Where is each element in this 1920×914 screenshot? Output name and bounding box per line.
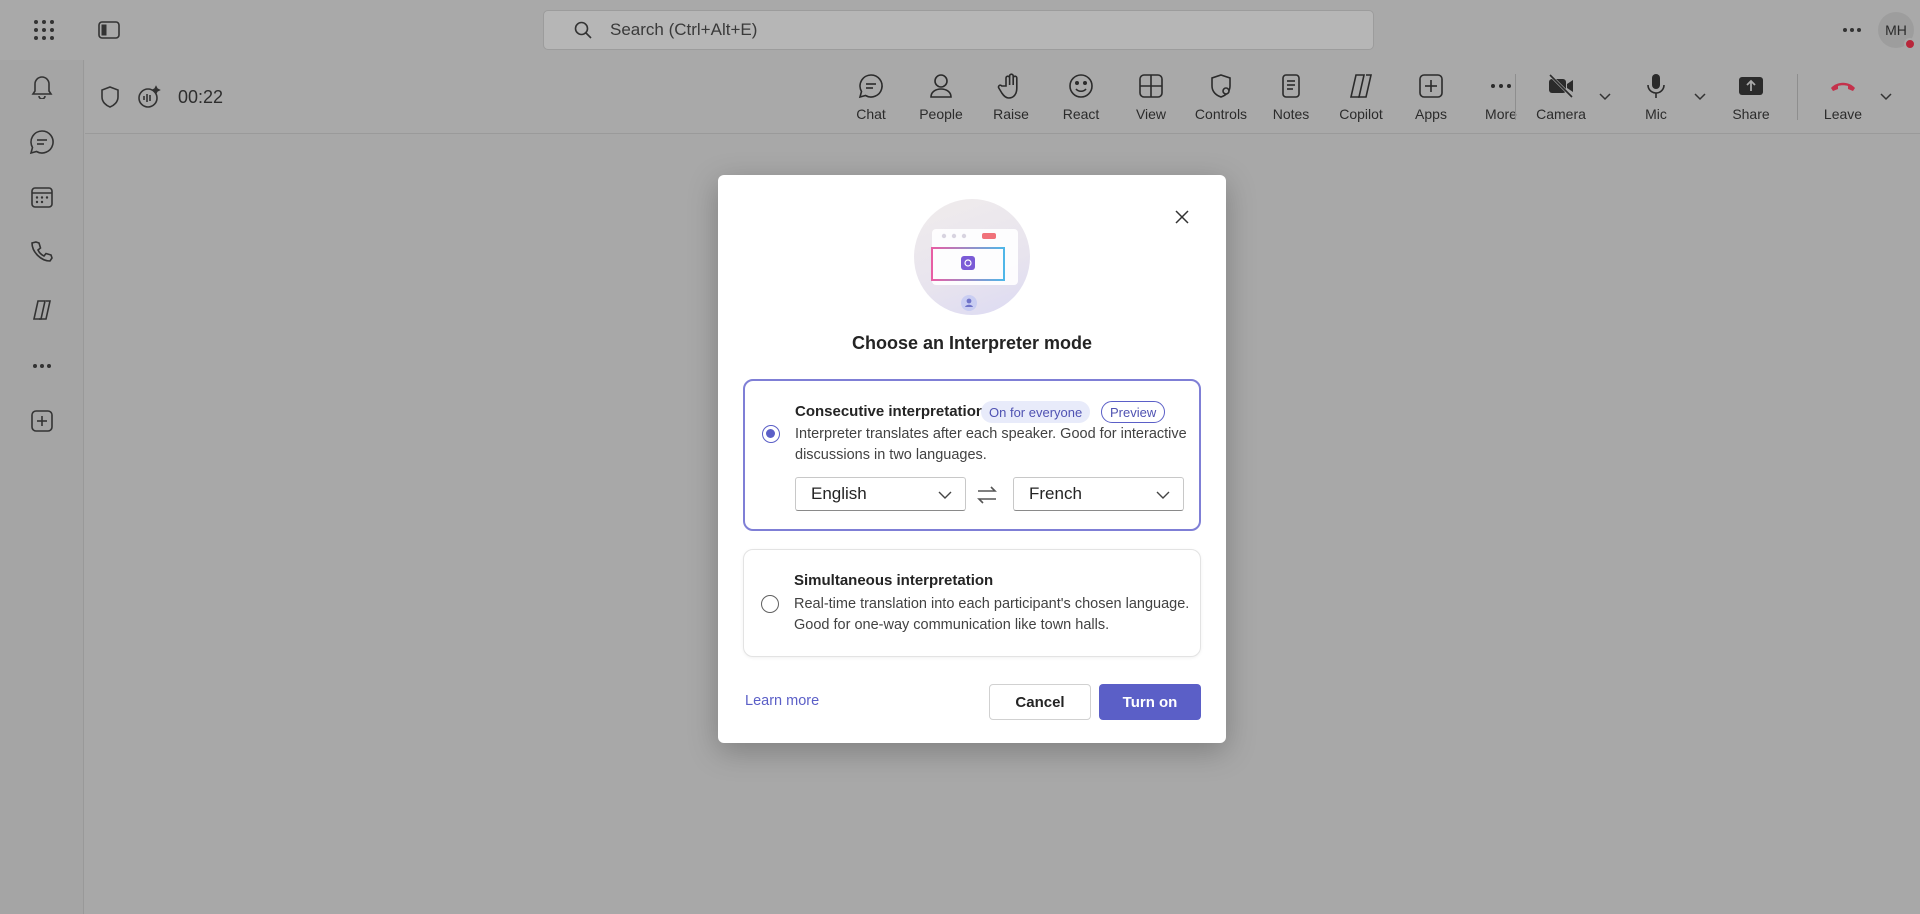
mic-label: Mic xyxy=(1645,106,1667,122)
copilot-icon[interactable] xyxy=(22,290,62,330)
option-title: Consecutive interpretation xyxy=(795,403,986,420)
camera-button[interactable]: Camera xyxy=(1529,72,1593,128)
search-bar[interactable]: Search (Ctrl+Alt+E) xyxy=(543,10,1374,50)
source-language-value: English xyxy=(811,484,867,503)
meeting-timer: 00:22 xyxy=(178,87,224,107)
status-badge: On for everyone xyxy=(981,401,1091,423)
camera-label: Camera xyxy=(1536,106,1586,122)
leave-options-chevron-icon[interactable] xyxy=(1878,88,1896,106)
react-label: React xyxy=(1062,106,1100,122)
leave-icon xyxy=(1831,82,1855,91)
mic-button[interactable]: Mic xyxy=(1624,72,1688,128)
interpreter-mode-dialog: Choose an Interpreter mode Consecutive i… xyxy=(718,175,1226,743)
add-app-icon[interactable] xyxy=(22,401,62,441)
option-description: Interpreter translates after each speake… xyxy=(795,426,1187,463)
search-placeholder: Search (Ctrl+Alt+E) xyxy=(610,20,758,39)
chevron-down-icon xyxy=(938,491,952,499)
raise-label: Raise xyxy=(993,106,1029,122)
controls-label: Controls xyxy=(1194,106,1248,122)
more-button[interactable]: More xyxy=(1469,72,1533,128)
people-button[interactable]: People xyxy=(909,72,973,128)
share-label: Share xyxy=(1732,106,1770,122)
more-label: More xyxy=(1485,106,1517,122)
option-description: Real-time translation into each particip… xyxy=(794,596,1190,633)
title-bar: Search (Ctrl+Alt+E) MH xyxy=(0,0,1920,60)
copilot-label: Copilot xyxy=(1339,106,1383,122)
target-language-dropdown[interactable]: French xyxy=(1013,477,1184,511)
activity-icon[interactable] xyxy=(22,66,62,106)
shield-icon[interactable] xyxy=(98,85,122,109)
presence-busy-icon xyxy=(1904,38,1916,50)
divider xyxy=(1797,74,1798,120)
simultaneous-radio[interactable] xyxy=(761,595,779,613)
copilot-button[interactable]: Copilot xyxy=(1329,72,1393,128)
camera-off-icon xyxy=(1548,73,1574,99)
more-options-icon[interactable] xyxy=(1836,14,1868,46)
camera-options-chevron-icon[interactable] xyxy=(1597,88,1615,106)
controls-icon xyxy=(1211,74,1231,98)
sidebar-toggle-icon[interactable] xyxy=(93,14,125,46)
close-button[interactable] xyxy=(1168,203,1196,231)
share-button[interactable]: Share xyxy=(1719,72,1783,128)
avatar[interactable]: MH xyxy=(1878,12,1916,50)
leave-label: Leave xyxy=(1823,106,1863,122)
simultaneous-interpretation-option[interactable]: Simultaneous interpretation Real-time tr… xyxy=(743,549,1201,657)
leave-button[interactable]: Leave xyxy=(1811,72,1875,128)
preview-badge: Preview xyxy=(1101,401,1166,423)
cancel-button[interactable]: Cancel xyxy=(989,684,1091,720)
notes-icon xyxy=(1282,74,1300,98)
interpreter-illustration xyxy=(914,199,1030,315)
calendar-icon[interactable] xyxy=(22,177,62,217)
meeting-controls-bar: 00:22 Chat People Raise React View Contr… xyxy=(85,60,1920,134)
dialog-title: Choose an Interpreter mode xyxy=(851,333,1093,353)
copilot-icon xyxy=(1349,74,1373,98)
mic-icon xyxy=(1647,74,1665,98)
people-label: People xyxy=(919,106,963,122)
react-icon xyxy=(1069,74,1093,98)
more-apps-icon[interactable] xyxy=(22,346,62,386)
app-launcher-icon[interactable] xyxy=(28,14,60,46)
raise-hand-button[interactable]: Raise xyxy=(979,72,1043,128)
chat-button[interactable]: Chat xyxy=(839,72,903,128)
apps-label: Apps xyxy=(1415,106,1447,122)
view-icon xyxy=(1139,74,1163,98)
chat-icon[interactable] xyxy=(22,122,62,162)
consecutive-interpretation-option[interactable]: Consecutive interpretation On for everyo… xyxy=(743,379,1201,531)
consecutive-radio[interactable] xyxy=(762,425,780,443)
view-button[interactable]: View xyxy=(1119,72,1183,128)
learn-more-link[interactable]: Learn more xyxy=(745,693,819,709)
share-icon xyxy=(1739,77,1763,95)
turn-on-button[interactable]: Turn on xyxy=(1099,684,1201,720)
chat-label: Chat xyxy=(856,106,886,122)
notes-button[interactable]: Notes xyxy=(1259,72,1323,128)
app-rail xyxy=(0,60,84,914)
notes-label: Notes xyxy=(1272,106,1310,122)
calls-icon[interactable] xyxy=(22,232,62,272)
controls-button[interactable]: Controls xyxy=(1189,72,1253,128)
chevron-down-icon xyxy=(1156,491,1170,499)
source-language-dropdown[interactable]: English xyxy=(795,477,966,511)
apps-icon xyxy=(1419,74,1443,98)
option-title: Simultaneous interpretation xyxy=(794,572,994,589)
search-icon xyxy=(574,21,592,39)
recording-sparkle-icon[interactable] xyxy=(136,84,162,110)
raise-hand-icon xyxy=(997,73,1018,99)
people-icon xyxy=(930,74,952,98)
swap-languages-icon[interactable] xyxy=(975,483,999,507)
react-button[interactable]: React xyxy=(1049,72,1113,128)
close-icon xyxy=(1175,210,1189,224)
divider xyxy=(1515,74,1516,120)
chat-icon xyxy=(858,74,883,99)
mic-options-chevron-icon[interactable] xyxy=(1692,88,1710,106)
more-icon xyxy=(1491,84,1511,88)
view-label: View xyxy=(1135,106,1167,122)
avatar-initials: MH xyxy=(1885,22,1907,38)
target-language-value: French xyxy=(1029,484,1082,503)
apps-button[interactable]: Apps xyxy=(1399,72,1463,128)
